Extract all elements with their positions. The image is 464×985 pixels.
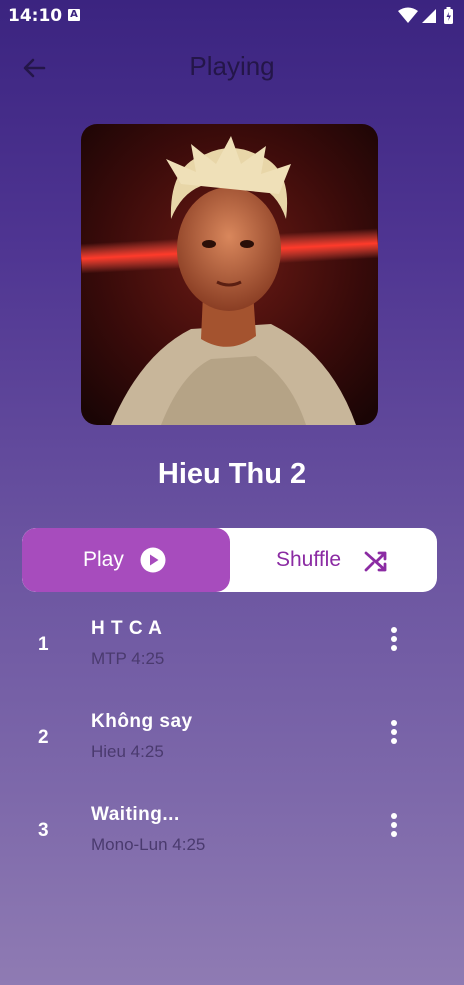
album-art (81, 124, 378, 425)
track-row[interactable]: 2 Không say Hieu 4:25 (0, 706, 464, 776)
track-number: 3 (38, 820, 49, 841)
track-number: 1 (38, 634, 49, 655)
more-vert-icon[interactable] (384, 718, 404, 746)
track-subtitle: MTP 4:25 (91, 649, 165, 668)
track-row[interactable]: 1 H T C A MTP 4:25 (0, 613, 464, 683)
shuffle-button[interactable]: Shuffle (230, 528, 437, 592)
artist-photo (81, 124, 378, 425)
track-subtitle: Mono-Lun 4:25 (91, 835, 206, 854)
status-bar: 14:10 A (0, 0, 464, 32)
more-vert-icon[interactable] (384, 811, 404, 839)
track-subtitle: Hieu 4:25 (91, 742, 164, 761)
status-time: 14:10 (8, 6, 63, 26)
play-label: Play (83, 548, 124, 571)
status-icons (398, 7, 456, 25)
track-row[interactable]: 3 Waiting... Mono-Lun 4:25 (0, 799, 464, 869)
page-title: Playing (189, 51, 275, 81)
track-title: H T C A (91, 618, 163, 639)
play-circle-icon (140, 547, 166, 573)
top-app-bar: Playing (0, 40, 464, 96)
notification-icon: A (68, 9, 80, 21)
shuffle-label: Shuffle (276, 548, 341, 571)
track-title: Waiting... (91, 804, 180, 825)
wifi-signal-battery-icon (398, 7, 453, 24)
track-title: Không say (91, 711, 193, 732)
playback-controls: Play Shuffle (22, 528, 437, 592)
track-number: 2 (38, 727, 49, 748)
play-button[interactable]: Play (22, 528, 230, 592)
artist-name: Hieu Thu 2 (157, 458, 307, 490)
shuffle-icon (364, 551, 387, 572)
more-vert-icon[interactable] (384, 625, 404, 653)
